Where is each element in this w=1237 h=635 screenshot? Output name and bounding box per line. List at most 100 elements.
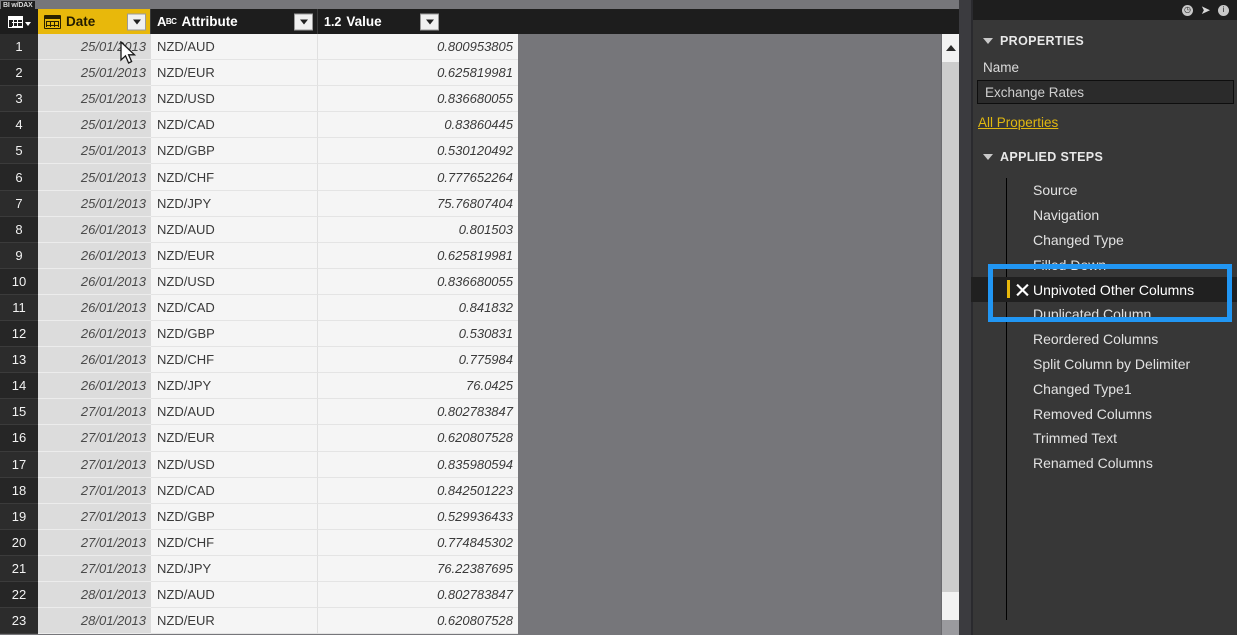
cell-attribute[interactable]: NZD/EUR [151, 425, 318, 452]
cell-date[interactable]: 26/01/2013 [38, 373, 151, 400]
table-row[interactable]: 9 26/01/2013 NZD/EUR 0.625819981 [0, 242, 954, 269]
cell-date[interactable]: 26/01/2013 [38, 347, 151, 374]
applied-step-item[interactable]: Unpivoted Other Columns [971, 277, 1237, 302]
cell-date[interactable]: 28/01/2013 [38, 581, 151, 609]
cell-date[interactable]: 27/01/2013 [38, 425, 151, 452]
cell-attribute[interactable]: NZD/EUR [151, 608, 318, 635]
cell-date[interactable]: 26/01/2013 [38, 216, 151, 243]
cell-value[interactable]: 76.22387695 [318, 555, 518, 582]
scroll-up-button[interactable] [942, 34, 960, 62]
cell-attribute[interactable]: NZD/CAD [151, 294, 318, 322]
cell-attribute[interactable]: NZD/JPY [151, 190, 318, 217]
applied-step-item[interactable]: Changed Type1 [971, 376, 1237, 401]
cell-value[interactable]: 0.620807528 [318, 425, 518, 452]
history-icon[interactable]: ◷ [1182, 4, 1193, 16]
column-header-date[interactable]: Date [38, 9, 151, 34]
cell-value[interactable]: 0.529936433 [318, 503, 518, 530]
table-row[interactable]: 19 27/01/2013 NZD/GBP 0.529936433 [0, 503, 954, 530]
cell-value[interactable]: 0.777652264 [318, 164, 518, 191]
properties-section-header[interactable]: PROPERTIES [971, 20, 1237, 54]
cell-value[interactable]: 0.530831 [318, 321, 518, 348]
cell-attribute[interactable]: NZD/USD [151, 268, 318, 295]
table-row[interactable]: 1 25/01/2013 NZD/AUD 0.800953805 [0, 34, 954, 61]
select-all-columns-button[interactable] [0, 9, 38, 34]
applied-step-item[interactable]: Filled Down [971, 252, 1237, 277]
cell-date[interactable]: 26/01/2013 [38, 321, 151, 348]
cell-value[interactable]: 0.774845302 [318, 529, 518, 556]
table-row[interactable]: 11 26/01/2013 NZD/CAD 0.841832 [0, 294, 954, 322]
cell-date[interactable]: 25/01/2013 [38, 34, 151, 61]
share-icon[interactable]: ➤ [1200, 4, 1211, 16]
cell-value[interactable]: 0.836680055 [318, 268, 518, 295]
cell-attribute[interactable]: NZD/JPY [151, 373, 318, 400]
cell-attribute[interactable]: NZD/CAD [151, 477, 318, 504]
cell-date[interactable]: 26/01/2013 [38, 294, 151, 322]
table-row[interactable]: 21 27/01/2013 NZD/JPY 76.22387695 [0, 555, 954, 582]
table-row[interactable]: 17 27/01/2013 NZD/USD 0.835980594 [0, 451, 954, 478]
applied-step-item[interactable]: Source [971, 178, 1237, 203]
cell-date[interactable]: 25/01/2013 [38, 164, 151, 191]
table-row[interactable]: 18 27/01/2013 NZD/CAD 0.842501223 [0, 477, 954, 504]
cell-value[interactable]: 0.841832 [318, 294, 518, 322]
column-header-attribute[interactable]: ABC Attribute [151, 9, 318, 34]
cell-attribute[interactable]: NZD/EUR [151, 60, 318, 87]
cell-date[interactable]: 25/01/2013 [38, 86, 151, 113]
cell-date[interactable]: 27/01/2013 [38, 399, 151, 426]
table-row[interactable]: 3 25/01/2013 NZD/USD 0.836680055 [0, 86, 954, 113]
applied-step-item[interactable]: Renamed Columns [971, 451, 1237, 476]
table-row[interactable]: 20 27/01/2013 NZD/CHF 0.774845302 [0, 529, 954, 556]
table-row[interactable]: 12 26/01/2013 NZD/GBP 0.530831 [0, 321, 954, 348]
info-icon[interactable]: i [1218, 4, 1229, 16]
cell-date[interactable]: 27/01/2013 [38, 451, 151, 478]
cell-value[interactable]: 0.835980594 [318, 451, 518, 478]
table-row[interactable]: 14 26/01/2013 NZD/JPY 76.0425 [0, 373, 954, 400]
cell-attribute[interactable]: NZD/JPY [151, 555, 318, 582]
cell-value[interactable]: 0.625819981 [318, 60, 518, 87]
cell-attribute[interactable]: NZD/AUD [151, 581, 318, 609]
cell-value[interactable]: 0.775984 [318, 347, 518, 374]
applied-step-item[interactable]: Navigation [971, 203, 1237, 228]
cell-attribute[interactable]: NZD/AUD [151, 216, 318, 243]
delete-step-icon[interactable] [1016, 283, 1029, 296]
cell-value[interactable]: 0.842501223 [318, 477, 518, 504]
table-row[interactable]: 13 26/01/2013 NZD/CHF 0.775984 [0, 347, 954, 374]
column-filter-attribute-button[interactable] [294, 13, 313, 30]
table-row[interactable]: 23 28/01/2013 NZD/EUR 0.620807528 [0, 608, 954, 635]
table-row[interactable]: 7 25/01/2013 NZD/JPY 75.76807404 [0, 190, 954, 217]
cell-attribute[interactable]: NZD/AUD [151, 399, 318, 426]
table-row[interactable]: 2 25/01/2013 NZD/EUR 0.625819981 [0, 60, 954, 87]
cell-value[interactable]: 0.530120492 [318, 138, 518, 165]
cell-date[interactable]: 26/01/2013 [38, 242, 151, 269]
table-row[interactable]: 6 25/01/2013 NZD/CHF 0.777652264 [0, 164, 954, 191]
cell-attribute[interactable]: NZD/AUD [151, 34, 318, 61]
cell-attribute[interactable]: NZD/USD [151, 86, 318, 113]
applied-step-item[interactable]: Split Column by Delimiter [971, 352, 1237, 377]
applied-step-item[interactable]: Removed Columns [971, 401, 1237, 426]
cell-attribute[interactable]: NZD/CAD [151, 112, 318, 139]
table-row[interactable]: 8 26/01/2013 NZD/AUD 0.801503 [0, 216, 954, 243]
table-row[interactable]: 10 26/01/2013 NZD/USD 0.836680055 [0, 268, 954, 295]
cell-date[interactable]: 26/01/2013 [38, 268, 151, 295]
cell-attribute[interactable]: NZD/GBP [151, 138, 318, 165]
cell-value[interactable]: 0.802783847 [318, 399, 518, 426]
column-filter-value-button[interactable] [420, 13, 439, 30]
cell-date[interactable]: 25/01/2013 [38, 60, 151, 87]
cell-date[interactable]: 25/01/2013 [38, 112, 151, 139]
applied-step-item[interactable]: Duplicated Column [971, 302, 1237, 327]
cell-attribute[interactable]: NZD/GBP [151, 503, 318, 530]
cell-value[interactable]: 76.0425 [318, 373, 518, 400]
cell-date[interactable]: 25/01/2013 [38, 190, 151, 217]
table-row[interactable]: 4 25/01/2013 NZD/CAD 0.83860445 [0, 112, 954, 139]
table-row[interactable]: 16 27/01/2013 NZD/EUR 0.620807528 [0, 425, 954, 452]
scrollbar-thumb[interactable] [942, 62, 960, 592]
cell-value[interactable]: 0.801503 [318, 216, 518, 243]
cell-value[interactable]: 0.620807528 [318, 608, 518, 635]
table-row[interactable]: 15 27/01/2013 NZD/AUD 0.802783847 [0, 399, 954, 426]
cell-attribute[interactable]: NZD/CHF [151, 164, 318, 191]
applied-steps-section-header[interactable]: APPLIED STEPS [971, 132, 1237, 170]
cell-value[interactable]: 0.83860445 [318, 112, 518, 139]
cell-attribute[interactable]: NZD/GBP [151, 321, 318, 348]
cell-date[interactable]: 27/01/2013 [38, 503, 151, 530]
cell-attribute[interactable]: NZD/CHF [151, 529, 318, 556]
cell-value[interactable]: 0.800953805 [318, 34, 518, 61]
